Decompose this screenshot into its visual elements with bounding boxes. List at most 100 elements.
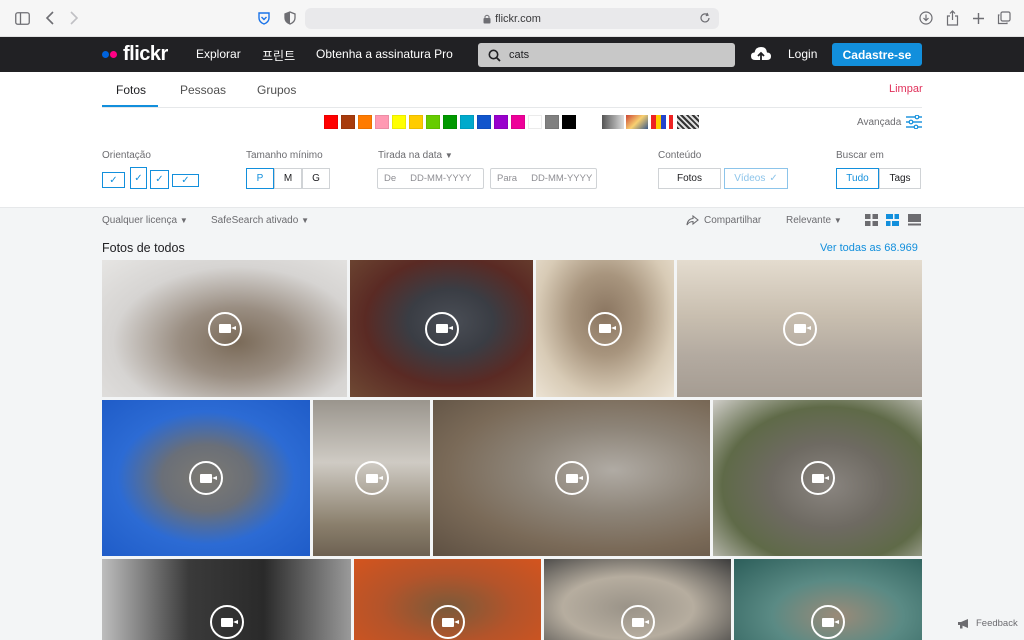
advanced-label[interactable]: Avançada: [857, 117, 901, 128]
photo-thumbnail[interactable]: [102, 260, 347, 397]
chevron-down-icon: ▼: [833, 216, 842, 225]
photo-thumbnail[interactable]: [677, 260, 922, 397]
search-in-label: Buscar em: [836, 150, 884, 161]
site-header: flickr Explorar 프린트 Obtenha a assinatura…: [0, 37, 1024, 72]
license-dropdown[interactable]: Qualquer licença ▼: [102, 215, 188, 226]
upload-cloud-icon[interactable]: [750, 45, 772, 63]
photo-thumbnail[interactable]: [433, 400, 710, 556]
forward-icon[interactable]: [66, 10, 82, 26]
reload-icon[interactable]: [699, 12, 711, 24]
back-icon[interactable]: [42, 10, 58, 26]
color-swatch[interactable]: [460, 115, 474, 129]
detail-view-icon[interactable]: [908, 214, 921, 226]
photo-thumbnail[interactable]: [313, 400, 430, 556]
photo-thumbnail[interactable]: [734, 559, 922, 640]
date-from-placeholder: DD-MM-YYYY: [410, 173, 472, 184]
date-to-field[interactable]: Para DD-MM-YYYY: [490, 168, 597, 189]
new-tab-icon[interactable]: [970, 10, 986, 26]
section-title: Fotos de todos: [102, 241, 185, 255]
size-large-button[interactable]: G: [302, 168, 330, 189]
color-swatch[interactable]: [562, 115, 576, 129]
color-swatch[interactable]: [443, 115, 457, 129]
advanced-sliders-icon[interactable]: [906, 115, 922, 129]
filter-patterns[interactable]: [677, 115, 699, 129]
shield-icon[interactable]: [256, 10, 272, 26]
lock-icon: [483, 14, 491, 23]
chevron-down-icon: ▼: [444, 151, 453, 160]
tabs-overview-icon[interactable]: [996, 10, 1012, 26]
nav-prints[interactable]: 프린트: [262, 47, 295, 64]
color-swatch[interactable]: [324, 115, 338, 129]
photo-thumbnail[interactable]: [102, 400, 310, 556]
nav-explore[interactable]: Explorar: [196, 47, 241, 61]
filter-black-white[interactable]: [602, 115, 624, 129]
flickr-logo[interactable]: flickr: [102, 43, 168, 66]
video-play-icon: [811, 605, 845, 640]
filter-shallow-depth[interactable]: [626, 115, 648, 129]
share-icon[interactable]: [944, 10, 960, 26]
browser-toolbar: flickr.com: [0, 0, 1024, 37]
size-small-button[interactable]: P: [246, 168, 274, 189]
color-swatch[interactable]: [341, 115, 355, 129]
photo-thumbnail[interactable]: [713, 400, 922, 556]
tabs-divider: [102, 107, 922, 108]
justified-view-icon[interactable]: [886, 214, 899, 226]
color-swatch[interactable]: [358, 115, 372, 129]
download-icon[interactable]: [918, 10, 934, 26]
tab-groups[interactable]: Grupos: [257, 83, 296, 97]
tab-photos[interactable]: Fotos: [116, 83, 146, 97]
size-medium-button[interactable]: M: [274, 168, 302, 189]
color-swatch[interactable]: [511, 115, 525, 129]
login-link[interactable]: Login: [788, 47, 817, 61]
sort-dropdown[interactable]: Relevante ▼: [786, 215, 842, 226]
video-play-icon: [800, 461, 835, 495]
color-swatch[interactable]: [545, 115, 559, 129]
search-input[interactable]: cats: [478, 43, 735, 67]
nav-get-pro[interactable]: Obtenha a assinatura Pro: [316, 47, 453, 61]
sidebar-icon[interactable]: [14, 10, 30, 26]
orientation-portrait[interactable]: ✓: [130, 167, 147, 189]
search-in-all-button[interactable]: Tudo: [836, 168, 879, 189]
grid-view-icon[interactable]: [865, 214, 878, 226]
share-button[interactable]: Compartilhar: [686, 215, 761, 226]
date-to-label: Para: [497, 173, 518, 184]
see-all-link[interactable]: Ver todas as 68.969: [820, 242, 918, 254]
content-videos-label: Vídeos: [734, 173, 766, 184]
video-play-icon: [354, 461, 389, 495]
orientation-square[interactable]: ✓: [150, 170, 169, 189]
date-taken-label[interactable]: Tirada na data ▼: [378, 150, 453, 161]
photo-thumbnail[interactable]: [536, 260, 674, 397]
safesearch-dropdown[interactable]: SafeSearch ativado ▼: [211, 215, 309, 226]
video-play-icon: [554, 461, 589, 495]
video-play-icon: [424, 311, 459, 346]
tab-people[interactable]: Pessoas: [180, 83, 226, 97]
photo-thumbnail[interactable]: [354, 559, 541, 640]
date-to-placeholder: DD-MM-YYYY: [531, 173, 593, 184]
color-swatch[interactable]: [528, 115, 542, 129]
privacy-icon[interactable]: [282, 10, 298, 26]
orientation-landscape[interactable]: ✓: [102, 172, 125, 188]
address-bar[interactable]: flickr.com: [305, 8, 719, 29]
signup-button[interactable]: Cadastre-se: [832, 43, 922, 66]
filter-minimalist[interactable]: [651, 115, 673, 129]
orientation-panorama[interactable]: ✓: [172, 174, 199, 187]
color-swatch[interactable]: [494, 115, 508, 129]
color-swatch[interactable]: [375, 115, 389, 129]
color-swatch[interactable]: [409, 115, 423, 129]
color-swatch[interactable]: [477, 115, 491, 129]
clear-filters-link[interactable]: Limpar: [889, 83, 923, 95]
content-photos-button[interactable]: Fotos: [658, 168, 721, 189]
color-swatch[interactable]: [392, 115, 406, 129]
logo-blue-dot: [102, 51, 109, 58]
color-swatch[interactable]: [426, 115, 440, 129]
photo-thumbnail[interactable]: [544, 559, 731, 640]
video-play-icon: [430, 605, 465, 640]
date-from-label: De: [384, 173, 397, 184]
feedback-button[interactable]: Feedback: [957, 618, 1018, 629]
date-from-field[interactable]: De DD-MM-YYYY: [377, 168, 484, 189]
video-play-icon: [782, 311, 817, 346]
content-videos-button[interactable]: Vídeos ✓: [724, 168, 788, 189]
search-in-tags-button[interactable]: Tags: [879, 168, 921, 189]
photo-thumbnail[interactable]: [102, 559, 351, 640]
photo-thumbnail[interactable]: [350, 260, 533, 397]
